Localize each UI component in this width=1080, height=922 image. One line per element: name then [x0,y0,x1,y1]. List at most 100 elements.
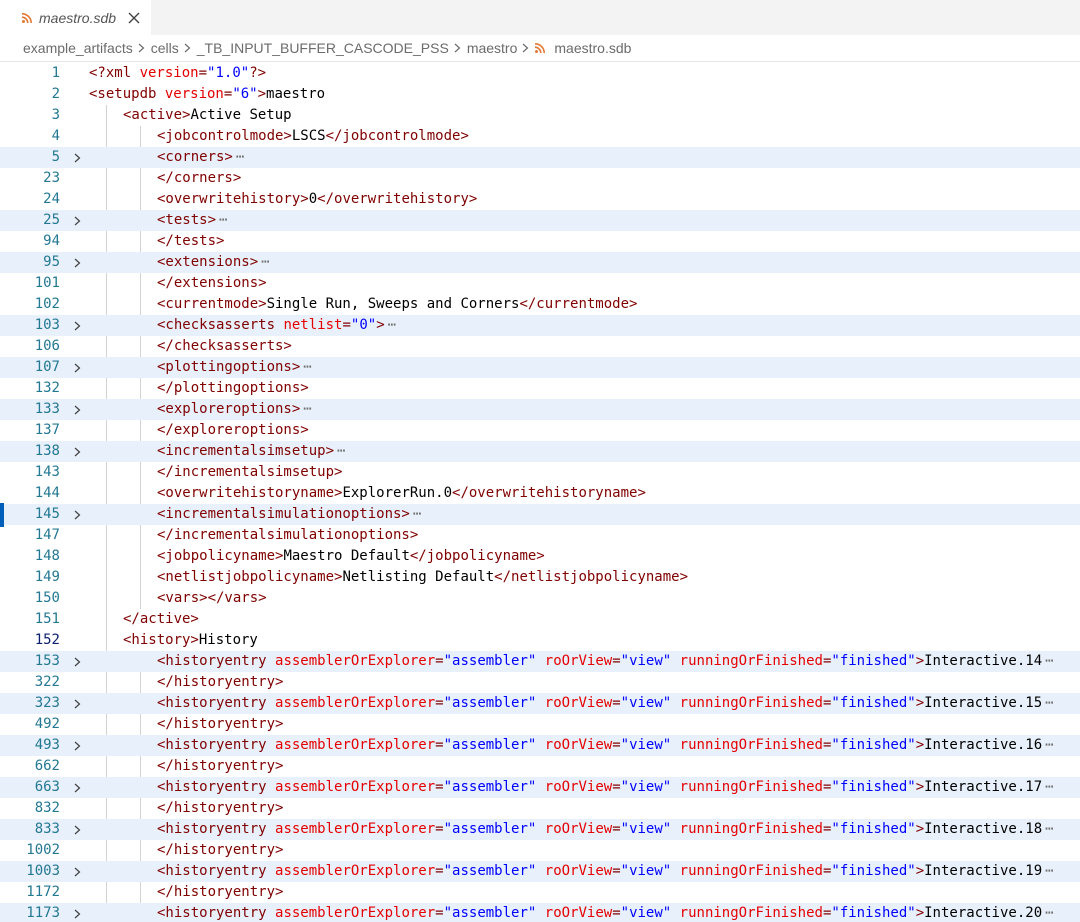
code-line[interactable]: 132 </plottingoptions> [0,378,1080,399]
code-line[interactable]: 102 <currentmode>Single Run, Sweeps and C… [0,294,1080,315]
xml-tag: </tests> [157,233,225,249]
xml-value: "1.0" [207,65,250,81]
folded-ellipsis-icon[interactable]: ⋯ [303,401,312,417]
code-line-folded[interactable]: 1173 <historyentry assemblerOrExplorer="a… [0,903,1080,922]
chevron-right-icon[interactable] [70,861,84,882]
code-line[interactable]: 143 </incrementalsimsetup> [0,462,1080,483]
chevron-right-icon[interactable] [70,441,84,462]
code-line-folded[interactable]: 133 <exploreroptions> ⋯ [0,399,1080,420]
code-line-folded[interactable]: 138 <incrementalsimsetup> ⋯ [0,441,1080,462]
code-line[interactable]: 137 </exploreroptions> [0,420,1080,441]
chevron-right-icon[interactable] [70,252,84,273]
code-text: </corners> [157,168,241,189]
folded-ellipsis-icon[interactable]: ⋯ [1045,653,1054,669]
code-line[interactable]: 4 <jobcontrolmode>LSCS</jobcontrolmode> [0,126,1080,147]
xml-tag: <exploreroptions> [157,401,301,417]
chevron-right-icon[interactable] [70,903,84,922]
chevron-right-icon[interactable] [70,651,84,672]
code-line[interactable]: 832 </historyentry> [0,798,1080,819]
code-line[interactable]: 147 </incrementalsimulationoptions> [0,525,1080,546]
code-line[interactable]: 23 </corners> [0,168,1080,189]
folded-ellipsis-icon[interactable]: ⋯ [261,254,270,270]
breadcrumb-item-maestro-sdb[interactable]: maestro.sdb [554,40,631,56]
breadcrumb-item-maestro[interactable]: maestro [467,40,518,56]
code-line[interactable]: 151 </active> [0,609,1080,630]
rss-file-icon [535,43,546,53]
code-line[interactable]: 1002 </historyentry> [0,840,1080,861]
code-line[interactable]: 150 <vars></vars> [0,588,1080,609]
folded-ellipsis-icon[interactable]: ⋯ [303,359,312,375]
code-line[interactable]: 94 </tests> [0,231,1080,252]
xml-value: "view" [620,695,672,711]
code-line-folded[interactable]: 103 <checksasserts netlist="0"> ⋯ [0,315,1080,336]
code-text: <incrementalsimulationoptions> ⋯ [157,504,422,525]
code-line-folded[interactable]: 95 <extensions> ⋯ [0,252,1080,273]
code-line[interactable]: 1172 </historyentry> [0,882,1080,903]
chevron-right-icon[interactable] [70,777,84,798]
code-line[interactable]: 152 <history>History [0,630,1080,651]
breadcrumb-item-cells[interactable]: cells [151,40,179,56]
code-line-folded[interactable]: 25 <tests> ⋯ [0,210,1080,231]
code-line-folded[interactable]: 5 <corners> ⋯ [0,147,1080,168]
chevron-right-icon[interactable] [70,399,84,420]
folded-ellipsis-icon[interactable]: ⋯ [388,317,397,333]
code-line-folded[interactable]: 153 <historyentry assemblerOrExplorer="as… [0,651,1080,672]
code-line[interactable]: 492 </historyentry> [0,714,1080,735]
chevron-right-icon[interactable] [70,819,84,840]
folded-ellipsis-icon[interactable]: ⋯ [1045,695,1054,711]
folded-ellipsis-icon[interactable]: ⋯ [1045,863,1054,879]
code-line-folded[interactable]: 323 <historyentry assemblerOrExplorer="as… [0,693,1080,714]
code-text: <setupdb version="6">maestro [89,84,325,105]
chevron-right-icon[interactable] [70,504,84,525]
code-line[interactable]: 3 <active>Active Setup [0,105,1080,126]
breadcrumb-item-example-artifacts[interactable]: example_artifacts [23,40,133,56]
breadcrumb-item-cell-name[interactable]: _TB_INPUT_BUFFER_CASCODE_PSS [197,40,449,56]
line-number: 3 [51,107,60,123]
xml-attribute: runningOrFinished [679,905,823,921]
code-line[interactable]: 2 <setupdb version="6">maestro [0,84,1080,105]
xml-tag [671,905,679,921]
code-line-folded[interactable]: 833 <historyentry assemblerOrExplorer="as… [0,819,1080,840]
code-line[interactable]: 24 <overwritehistory>0</overwritehistory> [0,189,1080,210]
folded-ellipsis-icon[interactable]: ⋯ [1045,905,1054,921]
code-editor[interactable]: 1 <?xml version="1.0"?> 2 <setupdb version=… [0,62,1080,922]
chevron-right-icon[interactable] [70,147,84,168]
xml-tag: > [915,653,925,669]
xml-tag: <historyentry [157,737,276,753]
xml-value: "assembler" [443,737,537,753]
code-line[interactable]: 662 </historyentry> [0,756,1080,777]
code-line-folded[interactable]: 145 <incrementalsimulationoptions> ⋯ [0,504,1080,525]
chevron-right-icon[interactable] [70,357,84,378]
xml-text: Single Run, Sweeps and Corners [266,296,520,312]
code-line-folded[interactable]: 493 <historyentry assemblerOrExplorer="as… [0,735,1080,756]
chevron-right-icon[interactable] [70,693,84,714]
xml-value: "assembler" [443,695,537,711]
folded-ellipsis-icon[interactable]: ⋯ [413,506,422,522]
code-line[interactable]: 1 <?xml version="1.0"?> [0,63,1080,84]
code-line[interactable]: 148 <jobpolicyname>Maestro Default</jobpo… [0,546,1080,567]
folded-ellipsis-icon[interactable]: ⋯ [236,149,245,165]
code-line-folded[interactable]: 107 <plottingoptions> ⋯ [0,357,1080,378]
chevron-right-icon[interactable] [70,315,84,336]
xml-attribute: version [139,65,199,81]
code-line[interactable]: 101 </extensions> [0,273,1080,294]
folded-ellipsis-icon[interactable]: ⋯ [219,212,228,228]
line-number: 663 [34,779,60,795]
code-line[interactable]: 106 </checksasserts> [0,336,1080,357]
xml-tag: </jobcontrolmode> [325,128,469,144]
code-line[interactable]: 322 </historyentry> [0,672,1080,693]
xml-tag: </currentmode> [519,296,638,312]
chevron-right-icon[interactable] [70,210,84,231]
code-line[interactable]: 149 <netlistjobpolicyname>Netlisting Defa… [0,567,1080,588]
folded-ellipsis-icon[interactable]: ⋯ [1045,821,1054,837]
code-line[interactable]: 144 <overwritehistoryname>ExplorerRun.0</… [0,483,1080,504]
folded-ellipsis-icon[interactable]: ⋯ [1045,779,1054,795]
close-icon[interactable] [126,10,142,26]
chevron-right-icon[interactable] [70,735,84,756]
tab-maestro-sdb[interactable]: maestro.sdb [0,0,151,35]
code-line-folded[interactable]: 663 <historyentry assemblerOrExplorer="as… [0,777,1080,798]
folded-ellipsis-icon[interactable]: ⋯ [337,443,346,459]
xml-tag: </plottingoptions> [157,380,309,396]
code-line-folded[interactable]: 1003 <historyentry assemblerOrExplorer="a… [0,861,1080,882]
folded-ellipsis-icon[interactable]: ⋯ [1045,737,1054,753]
